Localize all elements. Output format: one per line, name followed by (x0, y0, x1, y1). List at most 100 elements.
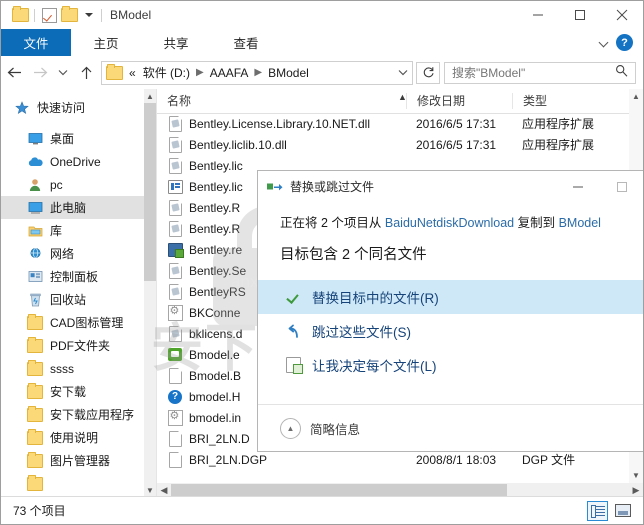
skip-arrow-icon (285, 323, 302, 340)
up-button[interactable] (73, 56, 99, 89)
sidebar-item-this-pc[interactable]: 此电脑 (1, 196, 156, 219)
file-date-cell: 2016/6/5 17:31 (416, 116, 497, 131)
file-name-cell[interactable]: BRI_2LN.DGP (157, 451, 406, 468)
folder-icon[interactable] (10, 5, 30, 25)
option-skip-files[interactable]: 跳过这些文件(S) (258, 314, 643, 348)
scroll-up-icon[interactable]: ▲ (144, 89, 156, 103)
help-icon[interactable]: ? (616, 34, 633, 51)
file-name-cell[interactable]: Bentley.liclib.10.dll (157, 136, 406, 153)
breadcrumb-aaafa[interactable]: AAAFA (209, 66, 250, 80)
sidebar-item-cad-icons[interactable]: CAD图标管理 (1, 311, 156, 334)
tab-view[interactable]: 查看 (211, 29, 281, 56)
control-panel-icon (27, 269, 43, 285)
sidebar-item-pc-user[interactable]: pc (1, 173, 156, 196)
table-row[interactable]: Bentley.liclib.10.dll 2016/6/5 17:31 应用程… (157, 134, 643, 155)
tab-share[interactable]: 共享 (141, 29, 211, 56)
resource-file-icon (167, 242, 184, 258)
breadcrumb-drive[interactable]: 软件 (D:) (142, 64, 191, 81)
sidebar-item-pdf-folder[interactable]: PDF文件夹 (1, 334, 156, 357)
refresh-button[interactable] (416, 61, 440, 84)
address-bar[interactable]: « 软件 (D:) ▶ AAAFA ▶ BModel (101, 60, 413, 85)
maximize-icon[interactable] (600, 171, 643, 202)
column-header-date[interactable]: 修改日期 (406, 93, 512, 109)
folder-icon (27, 359, 43, 377)
details-view-button[interactable] (587, 500, 608, 521)
sidebar-item-quick-access[interactable]: 快速访问 (1, 96, 156, 119)
file-name: Bentley.lic (189, 158, 243, 173)
sidebar-item-anxiazai[interactable]: 安下载 (1, 380, 156, 403)
column-header-name[interactable]: 名称 (157, 93, 406, 109)
sidebar-item-libraries[interactable]: 库 (1, 219, 156, 242)
sidebar-item-anxiazai-apps[interactable]: 安下载应用程序 (1, 403, 156, 426)
chevron-down-icon[interactable] (599, 38, 609, 48)
minimize-icon[interactable] (556, 171, 600, 202)
horizontal-scroll-thumb[interactable] (171, 484, 507, 496)
file-name: Bentley.liclib.10.dll (189, 137, 287, 152)
sidebar-scrollbar[interactable]: ▲ ▼ (144, 89, 156, 497)
address-dropdown-icon[interactable] (393, 63, 412, 83)
title-bar: BModel (1, 1, 643, 29)
table-row[interactable]: Bentley.License.Library.10.NET.dll 2016/… (157, 113, 643, 134)
close-icon[interactable] (601, 1, 643, 29)
breadcrumb-overflow[interactable]: « (128, 66, 137, 80)
sidebar-item-recycle-bin[interactable]: 回收站 (1, 288, 156, 311)
more-details-toggle[interactable]: 简略信息 (310, 419, 360, 438)
tab-home[interactable]: 主页 (71, 29, 141, 56)
dll-file-icon (167, 220, 183, 237)
scroll-up-icon[interactable]: ▲ (629, 89, 643, 104)
scroll-down-icon[interactable]: ▼ (144, 483, 156, 497)
search-input[interactable]: 搜索"BModel" (445, 64, 615, 81)
minimize-icon[interactable] (517, 1, 559, 29)
breadcrumb-separator-2[interactable]: ▶ (249, 67, 267, 78)
file-name: Bentley.re (189, 242, 243, 257)
computer-icon (27, 200, 43, 216)
properties-icon[interactable] (39, 5, 59, 25)
maximize-icon[interactable] (559, 1, 601, 29)
breadcrumb-separator-1[interactable]: ▶ (191, 67, 209, 78)
tab-file[interactable]: 文件 (1, 29, 71, 56)
scroll-right-icon[interactable]: ▶ (629, 483, 643, 497)
sidebar-item-instructions[interactable]: 使用说明 (1, 426, 156, 449)
new-folder-icon[interactable] (59, 5, 79, 25)
breadcrumb-bmodel[interactable]: BModel (267, 66, 310, 80)
customize-caret-icon[interactable] (85, 13, 93, 17)
option-replace-files[interactable]: 替换目标中的文件(R) (258, 280, 643, 314)
file-name: Bentley.lic (189, 179, 243, 194)
network-icon (27, 246, 43, 262)
config-file-icon (167, 304, 183, 321)
option-let-me-decide[interactable]: 让我决定每个文件(L) (258, 348, 643, 382)
file-name: Bmodel.e (189, 347, 240, 362)
large-icons-view-button[interactable] (612, 501, 633, 521)
filelist-horizontal-scrollbar[interactable]: ◀ ▶ (157, 483, 643, 497)
sidebar-item-image-manager[interactable]: 图片管理器 (1, 449, 156, 472)
nav-gap (1, 119, 156, 127)
toolbar-divider-2 (101, 8, 102, 22)
plain-file-icon (167, 367, 183, 384)
forward-button[interactable] (27, 56, 53, 89)
search-box[interactable]: 搜索"BModel" (444, 61, 636, 84)
sidebar-item-ssss[interactable]: ssss (1, 357, 156, 380)
column-headers: 名称 修改日期 类型 ▲ (157, 89, 643, 114)
recent-locations-button[interactable] (53, 56, 73, 89)
back-button[interactable] (1, 56, 27, 89)
chevron-up-circle-icon[interactable]: ▲ (280, 417, 301, 439)
sidebar-item-onedrive[interactable]: OneDrive (1, 150, 156, 173)
sidebar-item-desktop[interactable]: 桌面 (1, 127, 156, 150)
scroll-left-icon[interactable]: ◀ (157, 483, 171, 497)
sidebar-scroll-thumb[interactable] (144, 103, 156, 281)
file-name: bmodel.in (189, 410, 242, 425)
sidebar-item-partial[interactable] (1, 472, 156, 495)
file-explorer-window: BModel 文件 主页 共享 查看 ? « 软件 (D:) ▶ AAAFA ▶… (0, 0, 644, 525)
folder-icon (27, 336, 43, 354)
sidebar-label: 控制面板 (50, 270, 99, 284)
sidebar-item-control-panel[interactable]: 控制面板 (1, 265, 156, 288)
desktop-icon (27, 131, 43, 147)
file-name-cell[interactable]: Bentley.License.Library.10.NET.dll (157, 115, 406, 132)
scroll-down-icon[interactable]: ▼ (629, 468, 643, 483)
desc-prefix: 正在将 2 个项目从 (280, 216, 385, 230)
column-header-type[interactable]: 类型 (512, 93, 602, 109)
sidebar-item-network[interactable]: 网络 (1, 242, 156, 265)
search-icon[interactable] (615, 64, 635, 82)
table-row[interactable]: BRI_2LN.DGP 2008/8/1 18:03 DGP 文件 (157, 449, 643, 470)
file-name: Bentley.R (189, 221, 241, 236)
